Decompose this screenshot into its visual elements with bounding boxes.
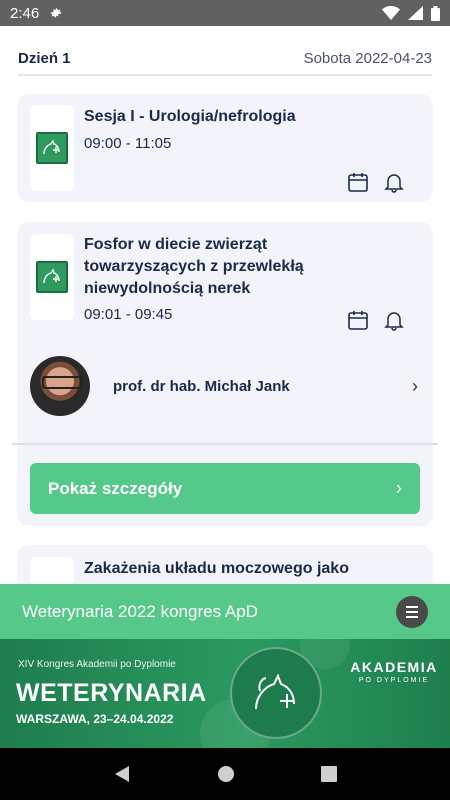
vet-logo-icon	[36, 132, 68, 164]
vet-logo-icon	[36, 261, 68, 293]
banner-subtitle: XIV Kongres Akademii po Dyplomie	[18, 659, 176, 670]
battery-icon	[431, 5, 440, 21]
banner-title: WETERYNARIA	[16, 679, 207, 707]
session-title: Fosfor w diecie zwierząt towarzyszących …	[84, 236, 304, 297]
chevron-right-icon: ›	[396, 478, 402, 498]
calendar-icon[interactable]	[347, 309, 369, 331]
signal-icon	[408, 6, 423, 20]
session-thumbnail	[30, 234, 74, 320]
bell-icon[interactable]	[383, 309, 405, 331]
show-details-label: Pokaż szczegóły	[48, 478, 183, 498]
session-time: 09:01 - 09:45	[84, 306, 173, 323]
speaker-name: prof. dr hab. Michał Jank	[113, 377, 290, 395]
session-thumbnail	[30, 105, 74, 191]
session-title: Sesja I - Urologia/nefrologia	[84, 108, 296, 125]
day-header: Dzień 1 Sobota 2022-04-23	[18, 48, 432, 76]
vet-logo-icon	[230, 647, 322, 739]
chevron-right-icon: ›	[412, 375, 418, 396]
speaker-row[interactable]: prof. dr hab. Michał Jank ›	[30, 354, 422, 418]
banner-date: WARSZAWA, 23–24.04.2022	[16, 712, 174, 726]
day-date: Sobota 2022-04-23	[303, 49, 432, 67]
status-time: 2:46	[10, 4, 40, 22]
session-title: Zakażenia układu moczowego jako	[84, 560, 349, 577]
day-label: Dzień 1	[18, 49, 71, 67]
bell-icon[interactable]	[383, 171, 405, 193]
navigation-bar	[0, 748, 450, 800]
akademia-logo: AKADEMIA PO DYPLOMIE	[350, 659, 438, 684]
divider	[12, 443, 438, 445]
menu-icon[interactable]	[396, 596, 428, 628]
congress-banner[interactable]: XIV Kongres Akademii po Dyplomie WETERYN…	[0, 639, 450, 748]
wifi-icon	[382, 6, 400, 20]
congress-bar: Weterynaria 2022 kongres ApD	[0, 584, 450, 639]
home-icon[interactable]	[217, 766, 234, 782]
session-card[interactable]: Sesja I - Urologia/nefrologia 09:00 - 11…	[17, 94, 433, 202]
show-details-button[interactable]: Pokaż szczegóły ›	[30, 463, 420, 514]
settings-gear-icon	[50, 8, 62, 18]
recents-icon[interactable]	[320, 766, 337, 782]
congress-title: Weterynaria 2022 kongres ApD	[22, 601, 258, 621]
back-icon[interactable]	[113, 765, 131, 783]
status-bar: 2:46	[0, 0, 450, 26]
calendar-icon[interactable]	[347, 171, 369, 193]
session-time: 09:00 - 11:05	[84, 135, 172, 152]
speaker-avatar	[30, 356, 90, 416]
